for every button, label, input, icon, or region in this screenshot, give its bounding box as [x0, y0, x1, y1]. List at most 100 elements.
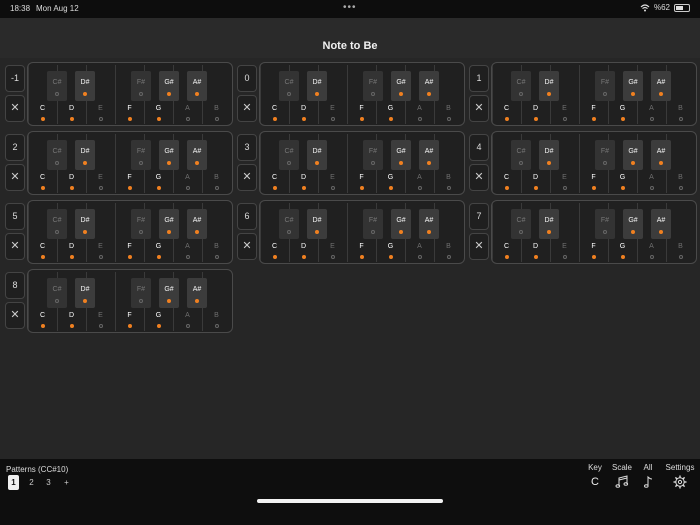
scale-control[interactable]: Scale	[610, 463, 634, 491]
black-key-f-sharp[interactable]: F#	[595, 71, 615, 101]
key-state-dot	[631, 161, 635, 165]
pattern-number[interactable]: 4	[469, 134, 489, 161]
pattern-number[interactable]: 6	[237, 203, 257, 230]
black-key-d-sharp[interactable]: D#	[539, 140, 559, 170]
black-key-a-sharp[interactable]: A#	[651, 209, 671, 239]
pattern-card: -1 ✕ C D E F G A B C# D# F# G# A#	[5, 62, 235, 128]
clear-pattern-button[interactable]: ✕	[237, 164, 257, 191]
black-key-f-sharp[interactable]: F#	[595, 140, 615, 170]
black-key-c-sharp[interactable]: C#	[279, 209, 299, 239]
pattern-number[interactable]: 0	[237, 65, 257, 92]
black-key-a-sharp[interactable]: A#	[419, 209, 439, 239]
key-label: F	[359, 243, 364, 250]
key-state-dot	[41, 324, 45, 328]
black-key-d-sharp[interactable]: D#	[75, 71, 95, 101]
pattern-number[interactable]: 1	[469, 65, 489, 92]
pattern-number[interactable]: 5	[5, 203, 25, 230]
clear-pattern-button[interactable]: ✕	[5, 164, 25, 191]
black-key-g-sharp[interactable]: G#	[391, 140, 411, 170]
pattern-tab-3[interactable]: 3	[43, 475, 54, 490]
black-key-g-sharp[interactable]: G#	[159, 71, 179, 101]
gear-icon[interactable]	[673, 475, 687, 489]
black-key-a-sharp[interactable]: A#	[187, 140, 207, 170]
black-key-c-sharp[interactable]: C#	[511, 209, 531, 239]
black-key-c-sharp[interactable]: C#	[511, 71, 531, 101]
black-key-g-sharp[interactable]: G#	[391, 209, 411, 239]
key-state-dot	[139, 299, 143, 303]
black-key-d-sharp[interactable]: D#	[539, 209, 559, 239]
black-key-c-sharp[interactable]: C#	[279, 71, 299, 101]
key-label: B	[214, 174, 219, 181]
black-key-a-sharp[interactable]: A#	[187, 278, 207, 308]
black-key-f-sharp[interactable]: F#	[363, 209, 383, 239]
pattern-tab-2[interactable]: 2	[26, 475, 37, 490]
black-key-d-sharp[interactable]: D#	[307, 71, 327, 101]
black-key-g-sharp[interactable]: G#	[391, 71, 411, 101]
key-label: F	[127, 312, 132, 319]
black-key-d-sharp[interactable]: D#	[539, 71, 559, 101]
pattern-tab-1[interactable]: 1	[8, 475, 19, 490]
home-indicator[interactable]	[257, 499, 443, 503]
black-key-c-sharp[interactable]: C#	[47, 140, 67, 170]
black-key-d-sharp[interactable]: D#	[307, 140, 327, 170]
key-state-dot	[83, 161, 87, 165]
black-key-c-sharp[interactable]: C#	[47, 71, 67, 101]
black-key-g-sharp[interactable]: G#	[623, 209, 643, 239]
key-control[interactable]: Key C	[585, 463, 605, 488]
black-key-c-sharp[interactable]: C#	[511, 140, 531, 170]
pattern-number[interactable]: 7	[469, 203, 489, 230]
key-label: G#	[164, 217, 174, 224]
clear-pattern-button[interactable]: ✕	[237, 95, 257, 122]
settings-control[interactable]: Settings	[664, 463, 696, 491]
black-key-f-sharp[interactable]: F#	[363, 71, 383, 101]
black-key-f-sharp[interactable]: F#	[595, 209, 615, 239]
clear-pattern-button[interactable]: ✕	[5, 302, 25, 329]
music-notes-icon[interactable]	[615, 475, 629, 489]
key-state-dot	[139, 230, 143, 234]
black-key-d-sharp[interactable]: D#	[75, 209, 95, 239]
black-key-c-sharp[interactable]: C#	[47, 278, 67, 308]
black-key-f-sharp[interactable]: F#	[131, 209, 151, 239]
black-key-g-sharp[interactable]: G#	[159, 278, 179, 308]
black-key-d-sharp[interactable]: D#	[75, 140, 95, 170]
black-key-f-sharp[interactable]: F#	[131, 71, 151, 101]
black-key-c-sharp[interactable]: C#	[279, 140, 299, 170]
music-note-icon[interactable]	[642, 475, 654, 489]
clear-pattern-button[interactable]: ✕	[237, 233, 257, 260]
clear-pattern-button[interactable]: ✕	[469, 164, 489, 191]
clear-pattern-button[interactable]: ✕	[5, 233, 25, 260]
key-label: C	[503, 174, 510, 181]
multitask-dots-icon[interactable]: •••	[343, 2, 357, 13]
all-control[interactable]: All	[640, 463, 656, 491]
key-label: F#	[368, 79, 378, 86]
black-key-c-sharp[interactable]: C#	[47, 209, 67, 239]
clear-pattern-button[interactable]: ✕	[5, 95, 25, 122]
key-value[interactable]: C	[585, 476, 605, 488]
black-key-g-sharp[interactable]: G#	[623, 71, 643, 101]
black-key-f-sharp[interactable]: F#	[131, 278, 151, 308]
clear-pattern-button[interactable]: ✕	[469, 95, 489, 122]
black-key-d-sharp[interactable]: D#	[75, 278, 95, 308]
key-label: D	[532, 105, 539, 112]
black-key-g-sharp[interactable]: G#	[623, 140, 643, 170]
black-key-a-sharp[interactable]: A#	[187, 209, 207, 239]
pattern-number[interactable]: -1	[5, 65, 25, 92]
pattern-number[interactable]: 2	[5, 134, 25, 161]
key-label: G	[155, 174, 162, 181]
pattern-number[interactable]: 8	[5, 272, 25, 299]
black-key-g-sharp[interactable]: G#	[159, 140, 179, 170]
black-key-d-sharp[interactable]: D#	[307, 209, 327, 239]
black-key-f-sharp[interactable]: F#	[363, 140, 383, 170]
black-key-a-sharp[interactable]: A#	[419, 140, 439, 170]
key-state-dot	[389, 117, 393, 121]
black-key-a-sharp[interactable]: A#	[419, 71, 439, 101]
clear-pattern-button[interactable]: ✕	[469, 233, 489, 260]
pattern-number[interactable]: 3	[237, 134, 257, 161]
black-key-a-sharp[interactable]: A#	[187, 71, 207, 101]
black-key-g-sharp[interactable]: G#	[159, 209, 179, 239]
black-key-a-sharp[interactable]: A#	[651, 71, 671, 101]
black-key-a-sharp[interactable]: A#	[651, 140, 671, 170]
key-label: C	[271, 174, 278, 181]
add-pattern-tab[interactable]: +	[61, 475, 72, 490]
black-key-f-sharp[interactable]: F#	[131, 140, 151, 170]
